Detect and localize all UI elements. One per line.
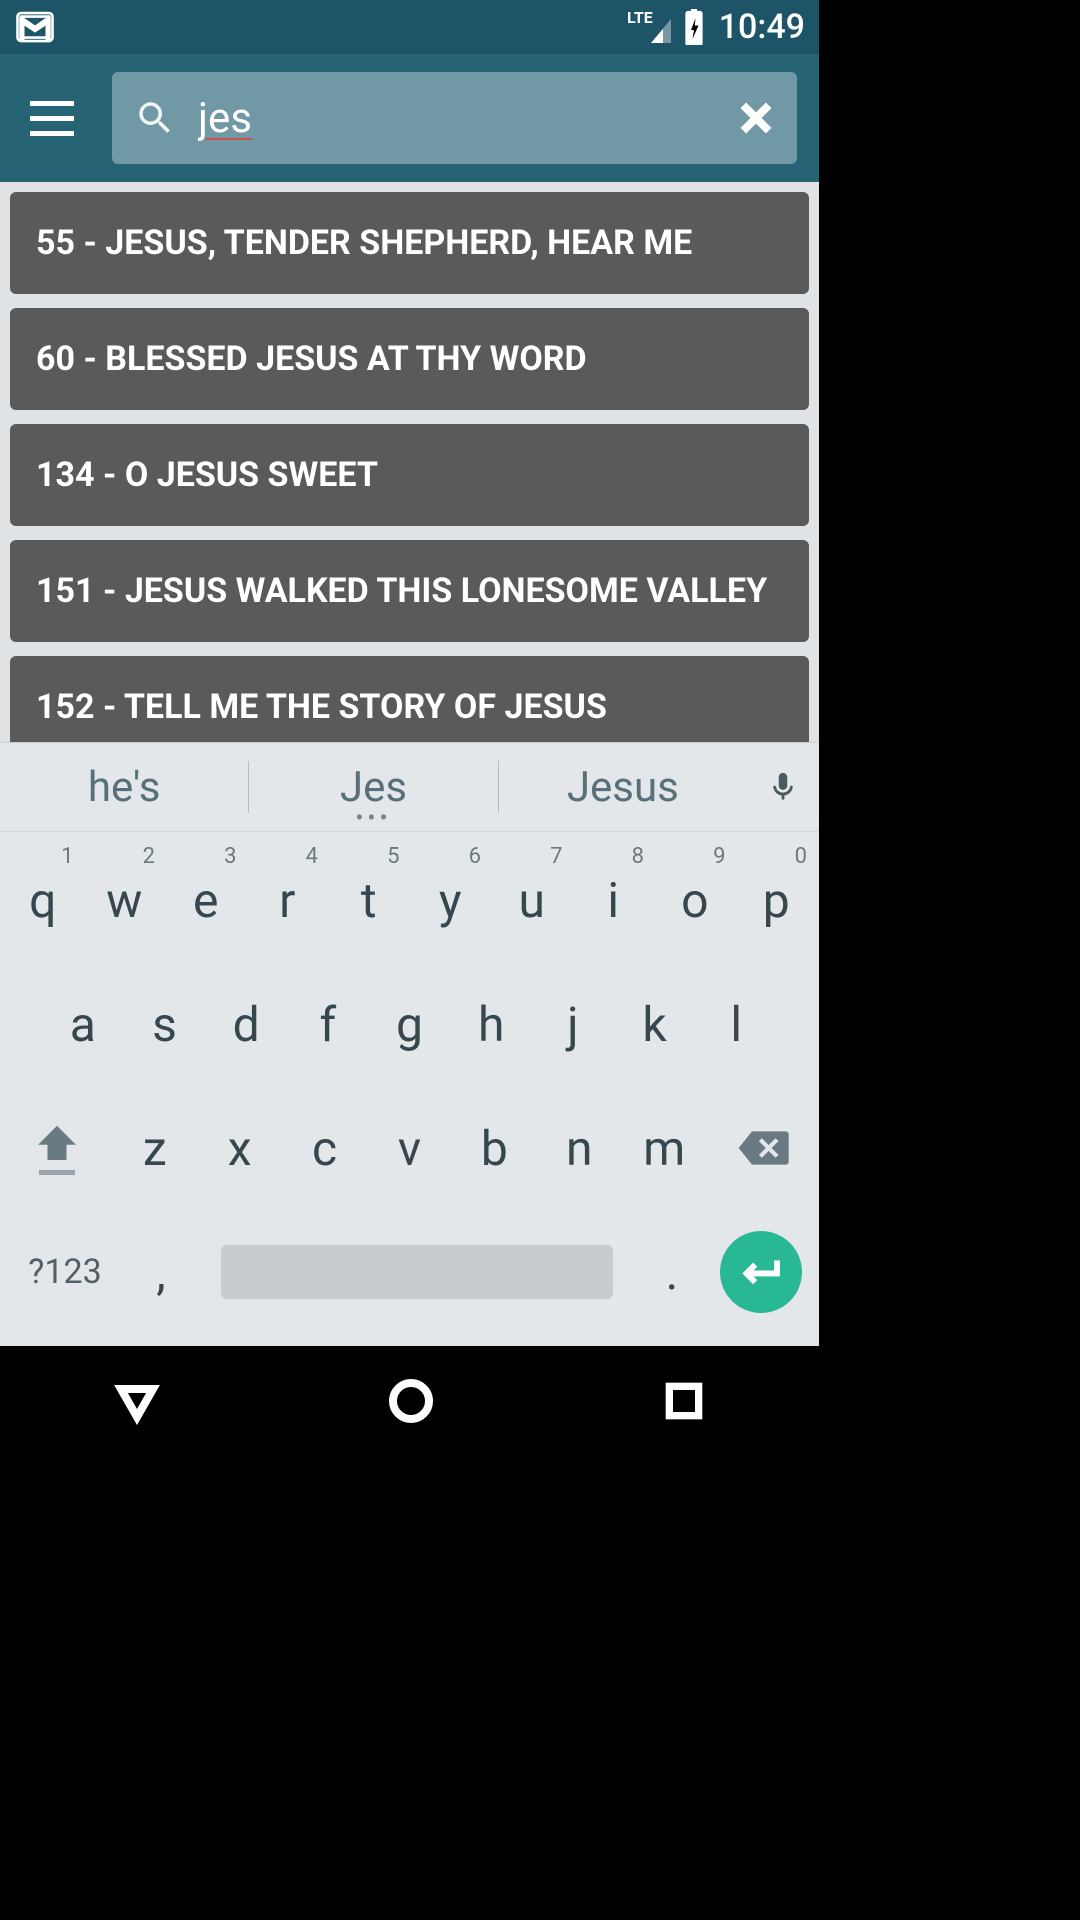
key-e[interactable]: 3e <box>165 838 247 962</box>
soft-keyboard: he's Jes ••• Jesus 1q 2w 3e 4r 5t 6y <box>0 742 819 1346</box>
notification-area <box>14 6 56 48</box>
search-results-list: 55 - JESUS, TENDER SHEPHERD, HEAR ME 60 … <box>0 182 819 742</box>
period-key[interactable]: . <box>631 1244 713 1301</box>
key-u[interactable]: 7u <box>491 838 573 962</box>
key-t[interactable]: 5t <box>328 838 410 962</box>
key-z[interactable]: z <box>112 1086 197 1210</box>
suggestion-bar: he's Jes ••• Jesus <box>0 743 819 831</box>
comma-key[interactable]: , <box>120 1244 202 1301</box>
key-y[interactable]: 6y <box>410 838 492 962</box>
result-item[interactable]: 55 - JESUS, TENDER SHEPHERD, HEAR ME <box>10 192 809 294</box>
cellular-signal-icon: LTE <box>627 9 675 45</box>
shift-key[interactable] <box>2 1086 112 1210</box>
recent-apps-icon[interactable] <box>662 1379 706 1423</box>
keyboard-row-2: a s d f g h j k l <box>2 962 817 1086</box>
key-s[interactable]: s <box>124 962 206 1086</box>
key-a[interactable]: a <box>42 962 124 1086</box>
key-b[interactable]: b <box>452 1086 537 1210</box>
key-p[interactable]: 0p <box>736 838 818 962</box>
result-label: 134 - O JESUS SWEET <box>36 455 378 495</box>
key-m[interactable]: m <box>622 1086 707 1210</box>
key-v[interactable]: v <box>367 1086 452 1210</box>
result-label: 55 - JESUS, TENDER SHEPHERD, HEAR ME <box>36 223 692 263</box>
menu-icon[interactable] <box>22 88 82 148</box>
suggestion-item[interactable]: Jesus <box>499 763 747 812</box>
suggestion-item[interactable]: he's <box>0 763 248 812</box>
key-w[interactable]: 2w <box>84 838 166 962</box>
key-r[interactable]: 4r <box>247 838 329 962</box>
key-i[interactable]: 8i <box>573 838 655 962</box>
gmail-notification-icon <box>14 6 56 48</box>
key-j[interactable]: j <box>532 962 614 1086</box>
keyboard-row-4: ?123 , . <box>2 1210 817 1334</box>
status-bar: LTE 10:49 <box>0 0 819 54</box>
clear-search-icon[interactable] <box>737 99 775 137</box>
key-k[interactable]: k <box>614 962 696 1086</box>
navigation-bar <box>0 1346 819 1456</box>
result-label: 152 - TELL ME THE STORY OF JESUS <box>36 687 607 727</box>
key-x[interactable]: x <box>197 1086 282 1210</box>
enter-key[interactable] <box>713 1231 809 1313</box>
search-icon <box>134 97 176 139</box>
battery-charging-icon <box>683 9 705 45</box>
result-item[interactable]: 151 - JESUS WALKED THIS LONESOME VALLEY <box>10 540 809 642</box>
key-q[interactable]: 1q <box>2 838 84 962</box>
keyboard-row-1: 1q 2w 3e 4r 5t 6y 7u 8i 9o 0p <box>2 838 817 962</box>
result-item[interactable]: 134 - O JESUS SWEET <box>10 424 809 526</box>
status-tray: LTE 10:49 <box>627 7 805 47</box>
keyboard-row-3: z x c v b n m <box>2 1086 817 1210</box>
result-label: 151 - JESUS WALKED THIS LONESOME VALLEY <box>36 571 767 611</box>
symbols-key[interactable]: ?123 <box>10 1252 120 1292</box>
space-key[interactable] <box>202 1245 631 1299</box>
back-icon[interactable] <box>113 1377 161 1425</box>
backspace-key[interactable] <box>707 1086 817 1210</box>
home-icon[interactable] <box>387 1377 435 1425</box>
status-time: 10:49 <box>719 7 805 47</box>
key-c[interactable]: c <box>282 1086 367 1210</box>
more-suggestions-icon[interactable]: ••• <box>355 804 391 832</box>
result-label: 60 - BLESSED JESUS AT THY WORD <box>36 339 587 379</box>
key-l[interactable]: l <box>695 962 777 1086</box>
toolbar <box>0 54 819 182</box>
voice-input-icon[interactable] <box>747 765 819 809</box>
result-item[interactable]: 60 - BLESSED JESUS AT THY WORD <box>10 308 809 410</box>
result-item[interactable]: 152 - TELL ME THE STORY OF JESUS <box>10 656 809 742</box>
key-h[interactable]: h <box>450 962 532 1086</box>
key-o[interactable]: 9o <box>654 838 736 962</box>
key-f[interactable]: f <box>287 962 369 1086</box>
search-input[interactable] <box>176 94 737 143</box>
key-d[interactable]: d <box>205 962 287 1086</box>
key-n[interactable]: n <box>537 1086 622 1210</box>
key-g[interactable]: g <box>369 962 451 1086</box>
suggestion-item-primary[interactable]: Jes ••• <box>249 763 497 812</box>
svg-text:LTE: LTE <box>627 9 653 27</box>
search-box[interactable] <box>112 72 797 164</box>
